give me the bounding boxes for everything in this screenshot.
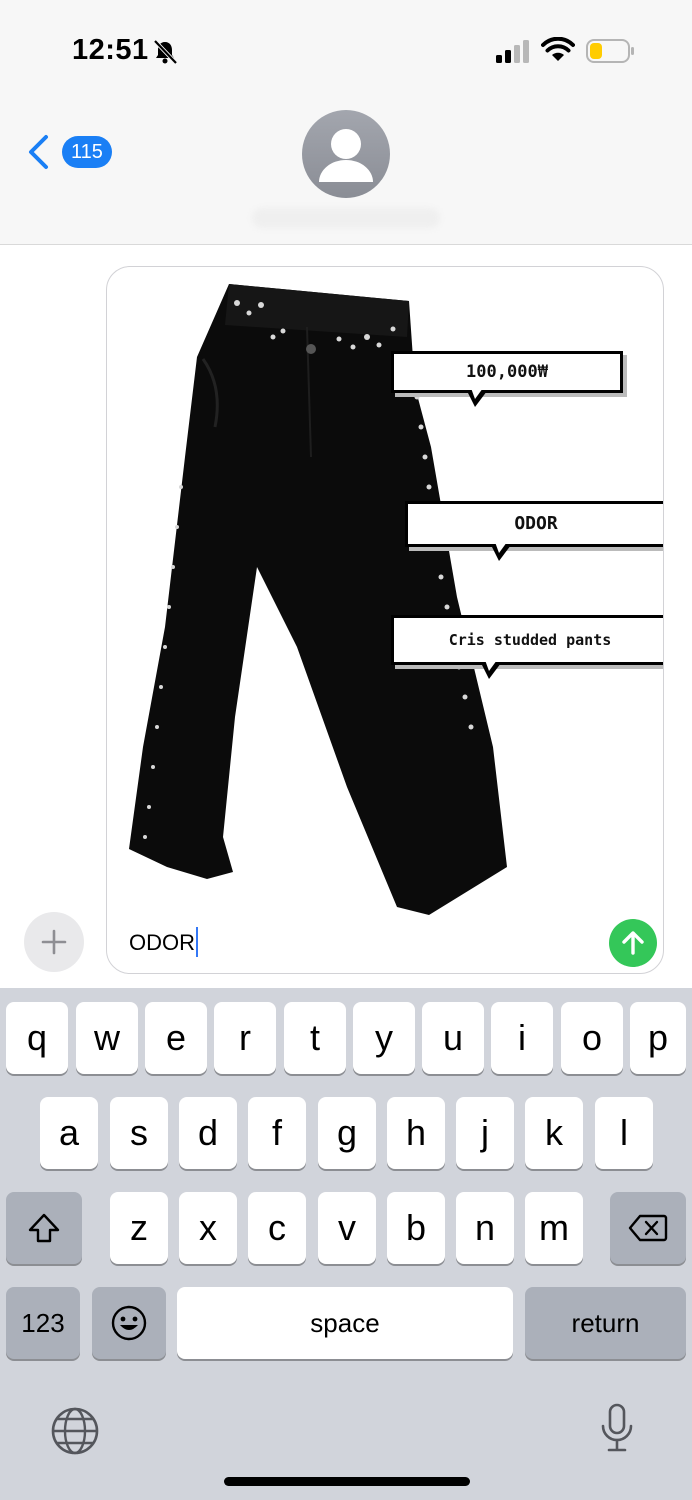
back-chevron-icon[interactable] xyxy=(26,134,52,170)
key-b[interactable]: b xyxy=(387,1192,445,1264)
add-attachment-button[interactable] xyxy=(24,912,84,972)
microphone-icon[interactable] xyxy=(598,1402,636,1456)
brand-tag-tail xyxy=(491,542,511,561)
product-tag-tail xyxy=(481,660,501,679)
person-icon xyxy=(319,129,373,182)
delete-key[interactable] xyxy=(610,1192,686,1264)
product-tag-bubble: Cris studded pants xyxy=(391,615,663,665)
key-u[interactable]: u xyxy=(422,1002,484,1074)
keyboard: q w e r t y u i o p a s d f g h j k l z … xyxy=(0,988,692,1500)
key-p[interactable]: p xyxy=(630,1002,686,1074)
key-j[interactable]: j xyxy=(456,1097,514,1169)
contact-avatar[interactable] xyxy=(302,110,390,198)
key-k[interactable]: k xyxy=(525,1097,583,1169)
numbers-key[interactable]: 123 xyxy=(6,1287,80,1359)
key-h[interactable]: h xyxy=(387,1097,445,1169)
key-c[interactable]: c xyxy=(248,1192,306,1264)
key-s[interactable]: s xyxy=(110,1097,168,1169)
signal-icon xyxy=(496,40,529,63)
emoji-icon xyxy=(111,1305,147,1341)
emoji-key[interactable] xyxy=(92,1287,166,1359)
key-m[interactable]: m xyxy=(525,1192,583,1264)
key-t[interactable]: t xyxy=(284,1002,346,1074)
bell-slash-icon xyxy=(153,39,178,65)
key-o[interactable]: o xyxy=(561,1002,623,1074)
return-key[interactable]: return xyxy=(525,1287,686,1359)
key-w[interactable]: w xyxy=(76,1002,138,1074)
space-key[interactable]: space xyxy=(177,1287,513,1359)
key-z[interactable]: z xyxy=(110,1192,168,1264)
message-text-value: ODOR xyxy=(129,930,195,955)
key-r[interactable]: r xyxy=(214,1002,276,1074)
globe-icon[interactable] xyxy=(50,1406,100,1456)
home-indicator[interactable] xyxy=(224,1477,470,1486)
shift-key[interactable] xyxy=(6,1192,82,1264)
message-compose-field[interactable]: 100,000₩ ODOR Cris studded pants ODOR xyxy=(106,266,664,974)
key-x[interactable]: x xyxy=(179,1192,237,1264)
key-d[interactable]: d xyxy=(179,1097,237,1169)
key-g[interactable]: g xyxy=(318,1097,376,1169)
status-time: 12:51 xyxy=(72,34,149,66)
key-l[interactable]: l xyxy=(595,1097,653,1169)
arrow-up-icon xyxy=(622,931,644,955)
plus-icon xyxy=(41,929,67,955)
send-button[interactable] xyxy=(609,919,657,967)
price-tag-bubble: 100,000₩ xyxy=(391,351,623,393)
key-n[interactable]: n xyxy=(456,1192,514,1264)
key-a[interactable]: a xyxy=(40,1097,98,1169)
wifi-icon xyxy=(541,37,575,61)
battery-icon xyxy=(586,39,634,63)
brand-tag-bubble: ODOR xyxy=(405,501,663,547)
key-y[interactable]: y xyxy=(353,1002,415,1074)
key-e[interactable]: e xyxy=(145,1002,207,1074)
contact-name-redacted[interactable] xyxy=(252,208,440,228)
unread-count-badge[interactable]: 115 xyxy=(62,136,112,168)
key-q[interactable]: q xyxy=(6,1002,68,1074)
text-caret xyxy=(196,927,198,957)
price-tag-tail xyxy=(467,388,487,407)
message-text[interactable]: ODOR xyxy=(129,927,198,957)
key-i[interactable]: i xyxy=(491,1002,553,1074)
key-v[interactable]: v xyxy=(318,1192,376,1264)
key-f[interactable]: f xyxy=(248,1097,306,1169)
shift-icon xyxy=(28,1213,60,1243)
delete-icon xyxy=(628,1214,668,1242)
